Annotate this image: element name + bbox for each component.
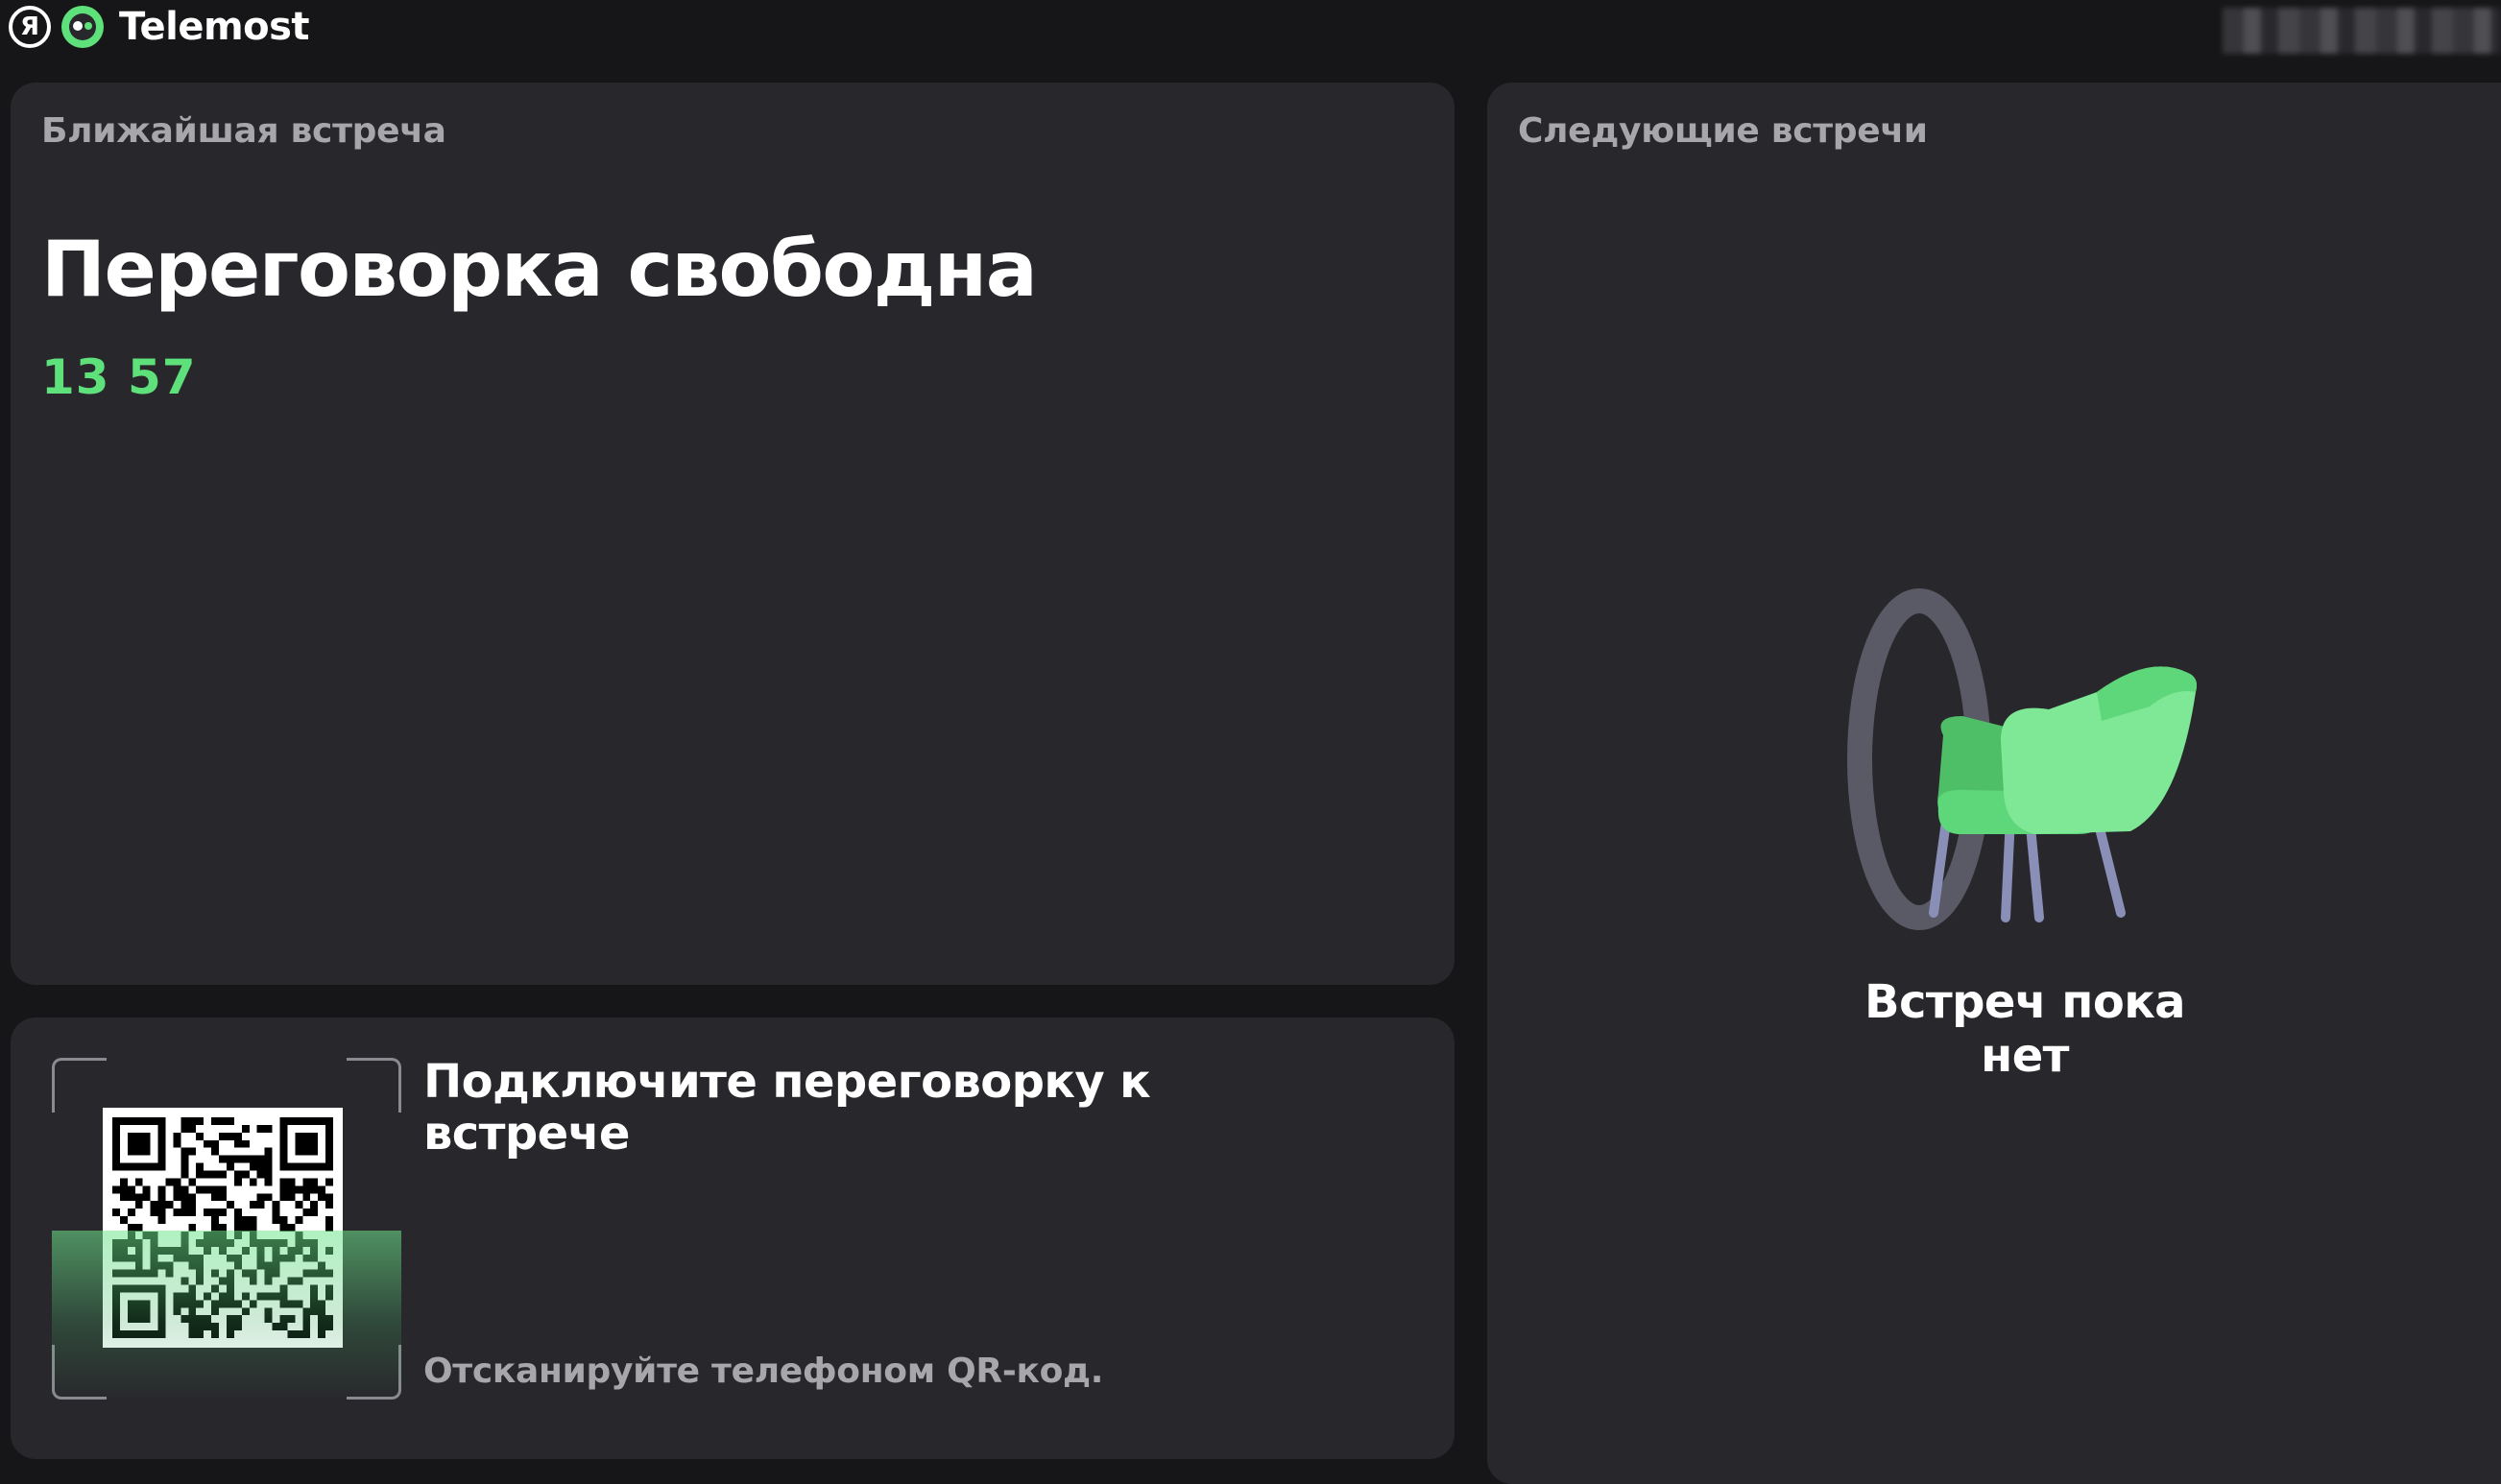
free-until-time: 13 57 (41, 349, 197, 405)
yandex-logo-glyph: Я (19, 12, 40, 41)
connect-room-title: Подключите переговорку к встрече (423, 1055, 1151, 1161)
qr-scan-frame (52, 1058, 401, 1400)
scan-frame-corner (52, 1058, 107, 1113)
app-title: Telemost (119, 5, 310, 49)
yandex-logo-icon: Я (9, 6, 51, 48)
connect-room-card: Подключите переговорку к встрече Отскани… (11, 1017, 1455, 1459)
scan-frame-corner (347, 1058, 401, 1113)
next-meetings-label: Следующие встречи (1518, 111, 1928, 151)
room-status-title: Переговорка свободна (41, 225, 1038, 314)
top-bar: Я Telemost (0, 0, 2501, 77)
next-meetings-card: Следующие встречи Встреч пока нет (1487, 83, 2501, 1484)
scan-highlight (52, 1231, 401, 1400)
empty-chair-illustration (1847, 588, 2197, 930)
nearest-meeting-card: Ближайшая встреча Переговорка свободна 1… (11, 83, 1455, 985)
scan-qr-hint: Отсканируйте телефоном QR-код. (423, 1352, 1104, 1391)
no-meetings-text: Встреч пока нет (1864, 975, 2186, 1083)
user-account-blurred[interactable] (2223, 8, 2501, 54)
nearest-meeting-label: Ближайшая встреча (41, 111, 446, 151)
telemost-logo-icon (61, 6, 104, 48)
